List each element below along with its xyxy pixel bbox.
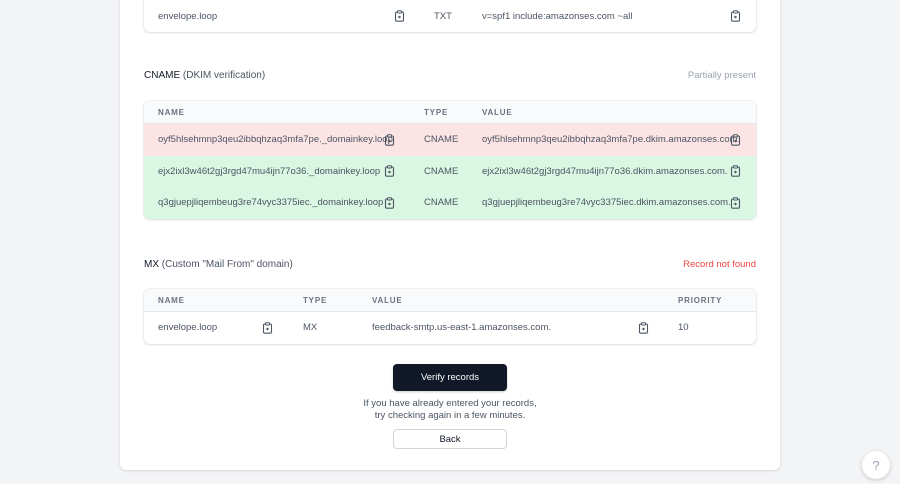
copy-icon[interactable]: [730, 197, 741, 209]
cname-status: Partially present: [687, 70, 756, 81]
header-name: NAME: [158, 107, 185, 117]
record-value: ejx2ixl3w46t2gj3rgd47mu4ijn77o36.dkim.am…: [482, 165, 728, 177]
copy-icon[interactable]: [394, 10, 405, 22]
record-name: envelope.loop: [158, 322, 218, 334]
copy-icon[interactable]: [638, 322, 649, 334]
table-header: NAME TYPE VALUE: [144, 101, 756, 124]
mx-records-table: NAME TYPE VALUE PRIORITY envelope.loop M…: [144, 289, 756, 344]
dns-records-card: envelope.loop TXT v=spf1 include:amazons…: [120, 0, 780, 470]
header-value: VALUE: [482, 107, 513, 117]
table-header: NAME TYPE VALUE PRIORITY: [144, 289, 756, 312]
cname-section-title: CNAME (DKIM verification): [144, 70, 265, 81]
record-type: CNAME: [424, 134, 459, 146]
cname-title: CNAME: [144, 70, 181, 81]
table-row: envelope.loop MX feedback-smtp.us-east-1…: [144, 312, 756, 344]
verify-records-button[interactable]: Verify records: [393, 364, 507, 391]
hint-line-1: If you have already entered your records…: [363, 398, 537, 409]
copy-icon[interactable]: [730, 165, 741, 177]
hint-line-2: try checking again in a few minutes.: [374, 410, 526, 421]
cname-records-table: NAME TYPE VALUE oyf5hlsehmnp3qeu2ibbqhza…: [144, 101, 756, 219]
question-mark-icon: ?: [872, 457, 880, 473]
record-name: oyf5hlsehmnp3qeu2ibbqhzaq3mfa7pe._domain…: [158, 134, 393, 146]
table-row: ejx2ixl3w46t2gj3rgd47mu4ijn77o36._domain…: [144, 155, 756, 187]
copy-icon[interactable]: [384, 134, 395, 146]
copy-icon[interactable]: [262, 322, 273, 334]
copy-icon[interactable]: [730, 10, 741, 22]
record-value: q3gjuepjliqembeug3re74vyc3375iec.dkim.am…: [482, 197, 731, 209]
header-name: NAME: [158, 295, 185, 305]
record-value: v=spf1 include:amazonses.com ~all: [482, 10, 633, 22]
record-value: oyf5hlsehmnp3qeu2ibbqhzaq3mfa7pe.dkim.am…: [482, 134, 741, 146]
header-type: TYPE: [424, 107, 449, 117]
verify-hint: If you have already entered your records…: [300, 398, 600, 422]
mx-subtitle: (Custom "Mail From" domain): [161, 259, 293, 270]
record-type: MX: [303, 322, 318, 334]
record-value: feedback-smtp.us-east-1.amazonses.com.: [372, 322, 551, 334]
header-priority: PRIORITY: [678, 295, 723, 305]
mx-section-title: MX (Custom "Mail From" domain): [144, 259, 293, 270]
copy-icon[interactable]: [730, 134, 741, 146]
record-priority: 10: [678, 322, 689, 334]
record-name: ejx2ixl3w46t2gj3rgd47mu4ijn77o36._domain…: [158, 165, 381, 177]
record-name: q3gjuepjliqembeug3re74vyc3375iec._domain…: [158, 197, 384, 209]
record-type: CNAME: [424, 197, 459, 209]
txt-records-table: envelope.loop TXT v=spf1 include:amazons…: [144, 0, 756, 32]
table-row: envelope.loop TXT v=spf1 include:amazons…: [144, 0, 756, 32]
record-type: TXT: [434, 10, 452, 22]
copy-icon[interactable]: [384, 197, 395, 209]
header-value: VALUE: [372, 295, 403, 305]
copy-icon[interactable]: [384, 165, 395, 177]
table-row: oyf5hlsehmnp3qeu2ibbqhzaq3mfa7pe._domain…: [144, 124, 756, 156]
mx-status: Record not found: [683, 259, 756, 270]
mx-title: MX: [144, 259, 159, 270]
record-name: envelope.loop: [158, 10, 218, 22]
cname-subtitle: (DKIM verification): [182, 70, 266, 81]
back-button[interactable]: Back: [393, 429, 507, 449]
header-type: TYPE: [303, 295, 328, 305]
help-button[interactable]: ?: [862, 451, 890, 479]
record-type: CNAME: [424, 165, 459, 177]
table-row: q3gjuepjliqembeug3re74vyc3375iec._domain…: [144, 187, 756, 219]
